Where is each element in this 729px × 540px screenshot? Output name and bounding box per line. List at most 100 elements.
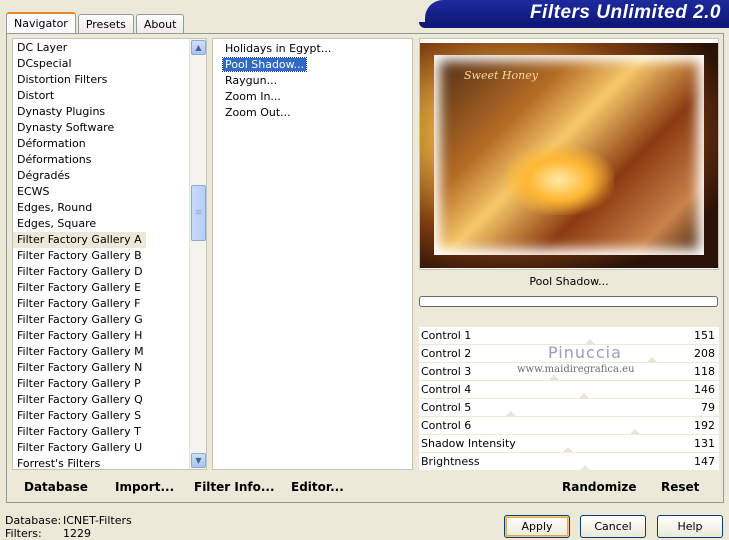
- category-item[interactable]: DC Layer: [13, 40, 206, 56]
- category-item[interactable]: Filter Factory Gallery A: [13, 232, 146, 248]
- filter-item[interactable]: Raygun...: [213, 73, 412, 89]
- bottom-toolbar: Database Import... Filter Info... Editor…: [10, 474, 720, 500]
- control-value: 118: [694, 365, 715, 378]
- tab-presets[interactable]: Presets: [77, 14, 134, 34]
- filter-item-label: Pool Shadow...: [221, 57, 308, 72]
- slider-marker[interactable]: [647, 357, 657, 362]
- tab-about[interactable]: About: [135, 14, 185, 34]
- control-slider[interactable]: Control 4 146: [419, 381, 719, 399]
- scroll-up-icon[interactable]: ▲: [191, 40, 206, 55]
- scrollbar-thumb[interactable]: ≡: [191, 185, 206, 241]
- filter-item-label: Holidays in Egypt...: [225, 42, 332, 55]
- progress-bar: [419, 296, 718, 307]
- slider-marker[interactable]: [579, 393, 589, 398]
- category-item[interactable]: Filter Factory Gallery U: [13, 440, 206, 456]
- category-item[interactable]: Dynasty Software: [13, 120, 206, 136]
- category-item[interactable]: Filter Factory Gallery D: [13, 264, 206, 280]
- database-button[interactable]: Database: [24, 480, 88, 494]
- control-value: 151: [694, 329, 715, 342]
- category-item[interactable]: Filter Factory Gallery B: [13, 248, 206, 264]
- control-slider[interactable]: Shadow Intensity 131: [419, 435, 719, 453]
- preview-sunset: [504, 145, 614, 215]
- category-item[interactable]: Filter Factory Gallery T: [13, 424, 206, 440]
- control-value: 147: [694, 455, 715, 468]
- category-item[interactable]: Filter Factory Gallery F: [13, 296, 206, 312]
- control-value: 131: [694, 437, 715, 450]
- category-item[interactable]: ECWS: [13, 184, 206, 200]
- slider-marker[interactable]: [630, 429, 640, 434]
- preview-filter-name: Pool Shadow...: [529, 275, 609, 288]
- category-item[interactable]: DCspecial: [13, 56, 206, 72]
- control-value: 146: [694, 383, 715, 396]
- reset-button[interactable]: Reset: [661, 480, 699, 494]
- cancel-button[interactable]: Cancel: [580, 515, 646, 538]
- control-slider[interactable]: Brightness 147: [419, 453, 719, 471]
- filter-item[interactable]: Holidays in Egypt...: [213, 41, 412, 57]
- category-item[interactable]: Forrest's Filters: [13, 456, 206, 469]
- control-value: 79: [701, 401, 715, 414]
- control-name: Control 4: [421, 383, 472, 396]
- category-item[interactable]: Filter Factory Gallery M: [13, 344, 206, 360]
- import-button[interactable]: Import...: [115, 480, 174, 494]
- category-item[interactable]: Distort: [13, 88, 206, 104]
- category-item[interactable]: Dégradés: [13, 168, 206, 184]
- category-scrollbar[interactable]: ▲ ≡ ▼: [189, 39, 206, 469]
- apply-button[interactable]: Apply: [504, 515, 570, 538]
- category-item[interactable]: Filter Factory Gallery G: [13, 312, 206, 328]
- filters-count: 1229: [63, 527, 91, 540]
- category-item[interactable]: Filter Factory Gallery E: [13, 280, 206, 296]
- category-item[interactable]: Filter Factory Gallery Q: [13, 392, 206, 408]
- category-item[interactable]: Déformation: [13, 136, 206, 152]
- category-list[interactable]: DC Layer DCspecial Distortion Filters Disto…: [12, 38, 207, 470]
- control-name: Control 3: [421, 365, 472, 378]
- slider-marker[interactable]: [549, 375, 559, 380]
- app-title: Filters Unlimited 2.0: [529, 2, 721, 23]
- tab-navigator[interactable]: Navigator: [6, 12, 76, 34]
- category-item[interactable]: Filter Factory Gallery N: [13, 360, 206, 376]
- control-value: 192: [694, 419, 715, 432]
- control-slider[interactable]: Control 5 79: [419, 399, 719, 417]
- control-name: Control 6: [421, 419, 472, 432]
- category-item[interactable]: Edges, Round: [13, 200, 206, 216]
- help-button[interactable]: Help: [657, 515, 723, 538]
- category-item[interactable]: Filter Factory Gallery P: [13, 376, 206, 392]
- filter-item-label: Zoom In...: [225, 90, 281, 103]
- control-name: Brightness: [421, 455, 480, 468]
- category-item[interactable]: Distortion Filters: [13, 72, 206, 88]
- filter-item-label: Raygun...: [225, 74, 278, 87]
- tab-bar: Navigator Presets About: [6, 12, 186, 34]
- category-item[interactable]: Dynasty Plugins: [13, 104, 206, 120]
- watermark-name: Pinuccia: [548, 343, 622, 362]
- control-name: Control 1: [421, 329, 472, 342]
- control-name: Shadow Intensity: [421, 437, 516, 450]
- filter-info-button[interactable]: Filter Info...: [194, 480, 275, 494]
- preview-artwork: Sweet Honey: [434, 55, 704, 255]
- category-item[interactable]: Edges, Square: [13, 216, 206, 232]
- randomize-button[interactable]: Randomize: [562, 480, 636, 494]
- status-info: Database: ICNET-Filters Filters: 1229: [5, 514, 132, 540]
- slider-marker[interactable]: [506, 411, 516, 416]
- category-item[interactable]: Filter Factory Gallery H: [13, 328, 206, 344]
- scroll-down-icon[interactable]: ▼: [191, 453, 206, 468]
- slider-marker[interactable]: [563, 447, 573, 452]
- filter-list[interactable]: Holidays in Egypt... Pool Shadow... Raygun…: [212, 38, 413, 470]
- control-name: Control 5: [421, 401, 472, 414]
- editor-button[interactable]: Editor...: [291, 480, 344, 494]
- control-slider[interactable]: Control 6 192: [419, 417, 719, 435]
- control-name: Control 2: [421, 347, 472, 360]
- control-value: 208: [694, 347, 715, 360]
- database-value: ICNET-Filters: [63, 514, 132, 527]
- preview-image-text: Sweet Honey: [464, 69, 538, 82]
- watermark-url: www.maidiregrafica.eu: [517, 364, 635, 375]
- filter-item[interactable]: Pool Shadow...: [213, 57, 412, 73]
- preview-image: Sweet Honey: [420, 43, 718, 268]
- filters-label: Filters:: [5, 527, 42, 540]
- category-item[interactable]: Déformations: [13, 152, 206, 168]
- filter-item[interactable]: Zoom Out...: [213, 105, 412, 121]
- database-label: Database:: [5, 514, 62, 527]
- filter-item-label: Zoom Out...: [225, 106, 291, 119]
- slider-marker[interactable]: [580, 465, 590, 470]
- filter-item[interactable]: Zoom In...: [213, 89, 412, 105]
- category-item[interactable]: Filter Factory Gallery S: [13, 408, 206, 424]
- title-banner: Filters Unlimited 2.0: [419, 0, 729, 28]
